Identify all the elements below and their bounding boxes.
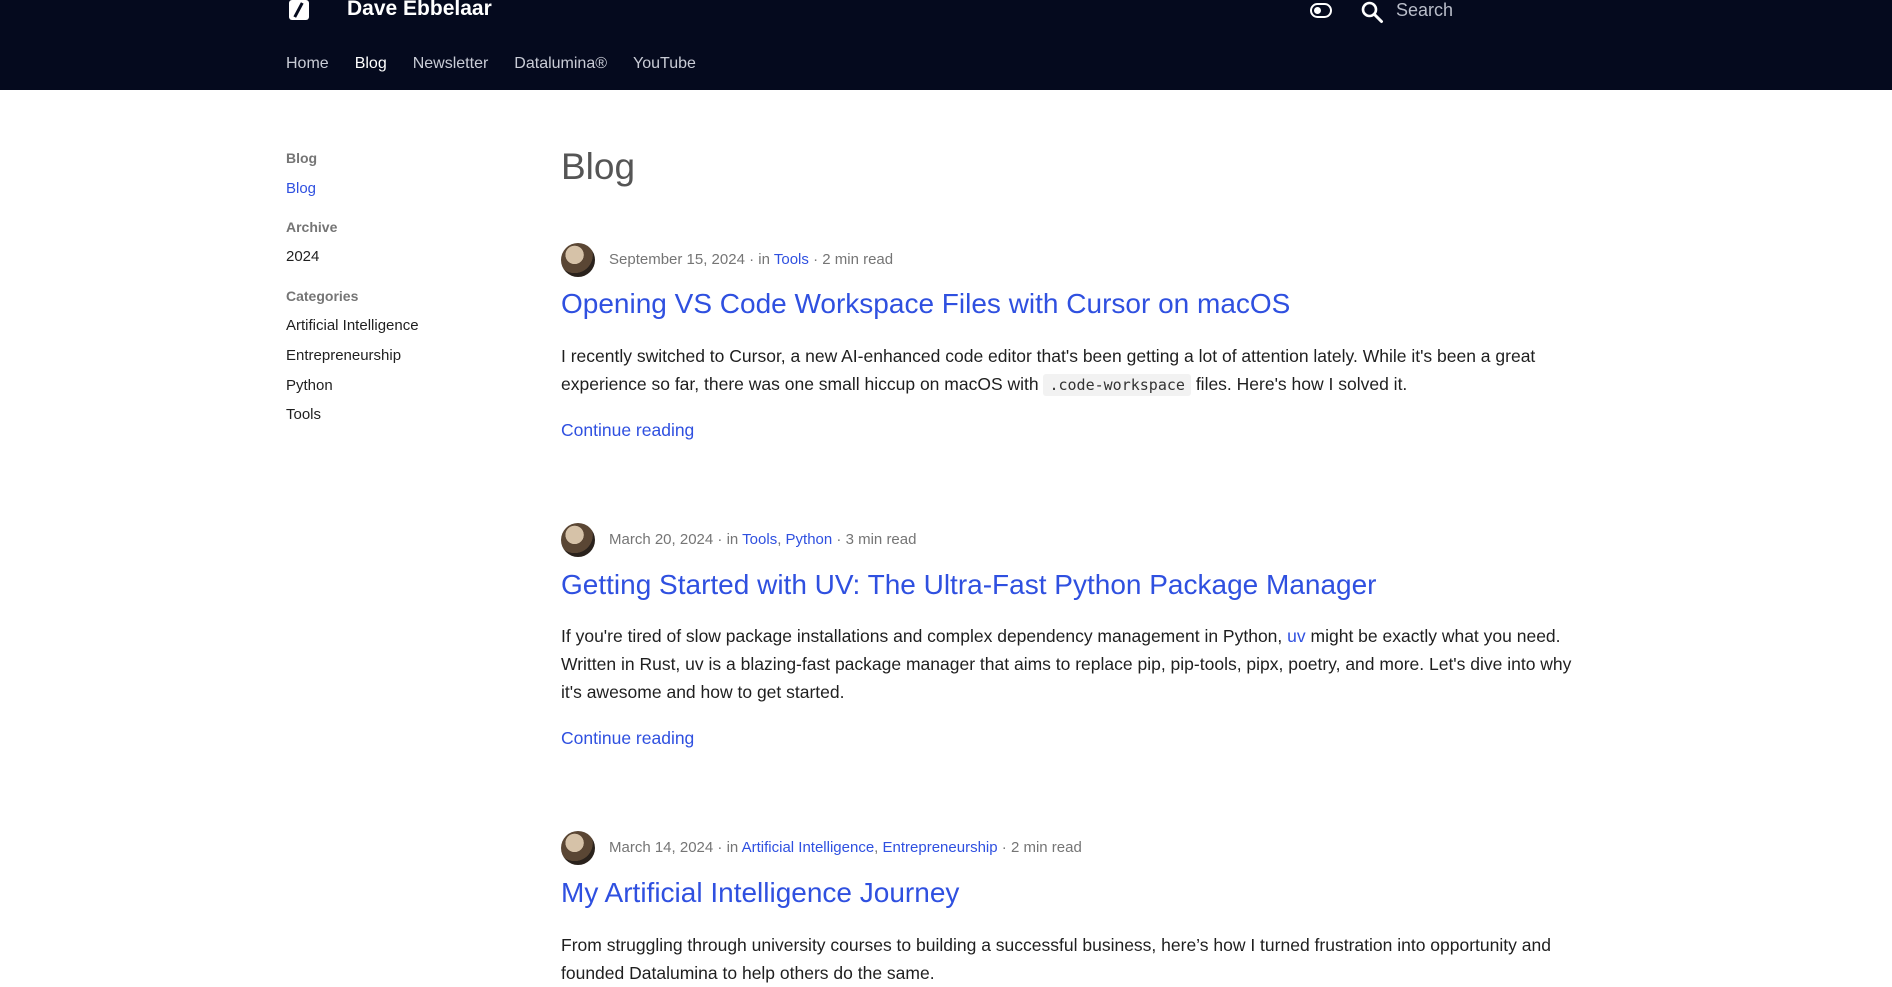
post-read-time: 2 min read bbox=[1010, 839, 1082, 856]
post-meta: March 20, 2024 · in Tools, Python · 3 mi… bbox=[609, 531, 917, 548]
post-meta: March 14, 2024 · in Artificial Intellige… bbox=[609, 839, 1082, 856]
post-date: September 15, 2024 bbox=[609, 251, 745, 268]
sidebar-heading-blog: Blog bbox=[286, 150, 318, 166]
post-in-label: in bbox=[758, 251, 770, 268]
post-in-label: in bbox=[726, 839, 739, 856]
post-category-link[interactable]: Tools bbox=[774, 251, 809, 268]
post-title[interactable]: Opening VS Code Workspace Files with Cur… bbox=[561, 288, 1290, 320]
continue-reading-link[interactable]: Continue reading bbox=[561, 420, 694, 441]
continue-reading-link[interactable]: Continue reading bbox=[561, 728, 694, 749]
post-date: March 14, 2024 bbox=[609, 839, 714, 856]
search-input[interactable]: Search bbox=[1396, 0, 1453, 21]
logo-icon[interactable] bbox=[289, 0, 309, 20]
post-excerpt: From struggling through university cours… bbox=[561, 931, 1581, 987]
post-in-label: in bbox=[726, 531, 739, 548]
post-category-link[interactable]: Tools bbox=[742, 531, 777, 548]
post-read-time: 3 min read bbox=[845, 531, 917, 548]
author-avatar bbox=[561, 831, 595, 865]
main-nav: Home Blog Newsletter Datalumina® YouTube bbox=[286, 55, 722, 73]
excerpt-text: If you're tired of slow package installa… bbox=[561, 626, 1283, 646]
post-title[interactable]: My Artificial Intelligence Journey bbox=[561, 877, 959, 909]
sidebar-heading-categories: Categories bbox=[286, 288, 359, 304]
excerpt-code: .code-workspace bbox=[1043, 374, 1191, 396]
excerpt-link[interactable]: uv bbox=[1287, 626, 1305, 646]
post-category-link[interactable]: Artificial Intelligence bbox=[742, 839, 875, 856]
nav-datalumina[interactable]: Datalumina® bbox=[514, 55, 607, 73]
theme-toggle-icon[interactable] bbox=[1310, 3, 1332, 18]
post-title[interactable]: Getting Started with UV: The Ultra-Fast … bbox=[561, 569, 1377, 601]
sidebar-heading-archive: Archive bbox=[286, 219, 338, 235]
nav-youtube[interactable]: YouTube bbox=[633, 55, 696, 73]
sidebar-item-tools[interactable]: Tools bbox=[286, 406, 321, 423]
post-meta: September 15, 2024 · in Tools · 2 min re… bbox=[609, 251, 894, 268]
post-category-link[interactable]: Python bbox=[786, 531, 833, 548]
site-title[interactable]: Dave Ebbelaar bbox=[347, 0, 492, 21]
nav-blog[interactable]: Blog bbox=[355, 55, 387, 73]
sidebar-item-artificial-intelligence[interactable]: Artificial Intelligence bbox=[286, 317, 419, 334]
author-avatar bbox=[561, 243, 595, 277]
page-title: Blog bbox=[561, 146, 636, 187]
excerpt-text: From struggling through university cours… bbox=[561, 935, 1551, 983]
nav-newsletter[interactable]: Newsletter bbox=[413, 55, 489, 73]
nav-home[interactable]: Home bbox=[286, 55, 329, 73]
post-excerpt: If you're tired of slow package installa… bbox=[561, 622, 1581, 706]
sidebar-item-archive-2024[interactable]: 2024 bbox=[286, 248, 319, 265]
post-read-time: 2 min read bbox=[822, 251, 894, 268]
excerpt-text: files. Here's how I solved it. bbox=[1195, 374, 1408, 394]
sidebar-item-entrepreneurship[interactable]: Entrepreneurship bbox=[286, 347, 401, 364]
top-header: Dave Ebbelaar Search Home Blog Newslette… bbox=[0, 0, 1892, 90]
author-avatar bbox=[561, 523, 595, 557]
post-date: March 20, 2024 bbox=[609, 531, 714, 548]
post-category-link[interactable]: Entrepreneurship bbox=[883, 839, 998, 856]
sidebar-item-blog[interactable]: Blog bbox=[286, 180, 316, 197]
search-icon[interactable] bbox=[1360, 0, 1384, 24]
sidebar-item-python[interactable]: Python bbox=[286, 377, 333, 394]
post-excerpt: I recently switched to Cursor, a new AI-… bbox=[561, 342, 1581, 399]
